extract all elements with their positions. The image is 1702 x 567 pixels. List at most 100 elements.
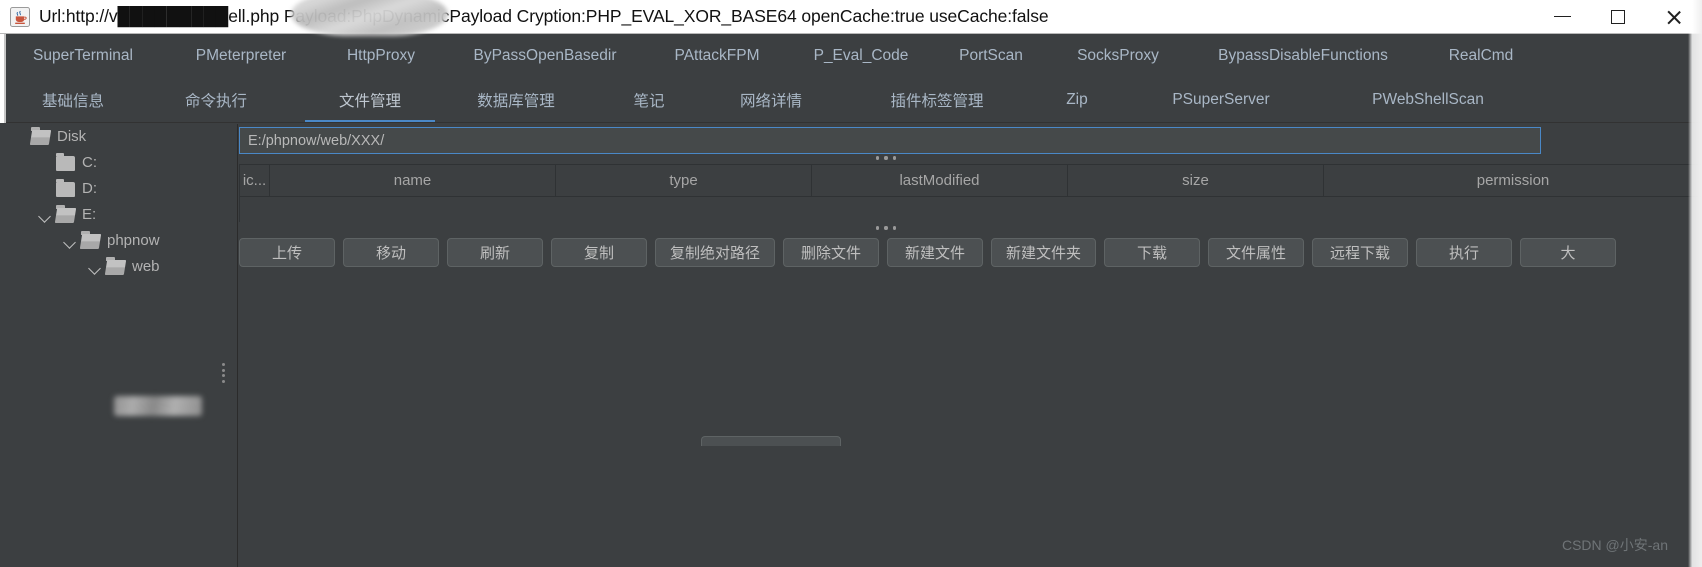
column-header-label: type xyxy=(669,172,698,189)
plugin-tab-realcmd[interactable]: RealCmd xyxy=(1449,34,1514,77)
window-titlebar: Url:http://v█████████ell.php Payload:Php… xyxy=(0,0,1702,36)
plugin-tab-label: BypassDisableFunctions xyxy=(1218,46,1388,64)
tree-item-redacted[interactable] xyxy=(6,280,237,306)
window-title: Url:http://v█████████ell.php Payload:Php… xyxy=(39,0,1049,36)
column-header-size[interactable]: size xyxy=(1068,165,1324,196)
toolbar-button-1[interactable]: 上传 xyxy=(239,237,335,267)
function-tab-5[interactable]: 笔记 xyxy=(614,77,684,123)
plugin-tab-label: PortScan xyxy=(959,46,1023,64)
plugin-tab-label: P_Eval_Code xyxy=(813,46,909,64)
column-header-lastmodified[interactable]: lastModified xyxy=(812,165,1068,196)
column-header-permission[interactable]: permission xyxy=(1324,165,1702,196)
plugin-tab-bypassdisablefunctions[interactable]: BypassDisableFunctions xyxy=(1218,34,1388,77)
column-header-label: ic... xyxy=(242,172,267,189)
function-tab-8[interactable]: Zip xyxy=(1048,77,1106,123)
function-tab-label: 笔记 xyxy=(633,93,665,110)
file-tree: Disk C: D: E: phpnow web xyxy=(6,124,237,306)
toolbar-button-6[interactable]: 删除文件 xyxy=(783,237,880,267)
tree-item-label: phpnow xyxy=(107,232,160,249)
tree-item-label: D: xyxy=(82,180,97,197)
column-header-label: name xyxy=(393,172,432,189)
toolbar-button-3[interactable]: 刷新 xyxy=(447,237,543,267)
tree-item-label: web xyxy=(132,258,160,275)
splitter-handle[interactable] xyxy=(220,363,227,383)
toolbar-button-label: 新建文件夹 xyxy=(1006,244,1082,262)
toolbar-button-5[interactable]: 复制绝对路径 xyxy=(655,237,776,267)
file-table: ic... name type lastModified size permission xyxy=(239,164,1702,222)
column-header-label: lastModified xyxy=(899,172,980,189)
function-tab-label: 网络详情 xyxy=(739,93,802,110)
toolbar-button-11[interactable]: 远程下载 xyxy=(1312,237,1409,267)
function-tab-label: 数据库管理 xyxy=(477,93,555,110)
tree-item-e[interactable]: E: xyxy=(6,202,237,228)
function-tab-label: PSuperServer xyxy=(1172,91,1270,108)
maximize-button[interactable] xyxy=(1590,0,1646,33)
plugin-tab-label: SocksProxy xyxy=(1077,46,1159,64)
toolbar-button-7[interactable]: 新建文件 xyxy=(887,237,984,267)
toolbar-button-label: 远程下载 xyxy=(1330,244,1391,262)
minimize-icon xyxy=(1553,16,1571,17)
toolbar-button-12[interactable]: 执行 xyxy=(1416,237,1513,267)
tree-item-phpnow[interactable]: phpnow xyxy=(6,228,237,254)
plugin-tab-bypassopenbasedir[interactable]: ByPassOpenBasedir xyxy=(473,34,616,77)
chevron-down-icon[interactable] xyxy=(37,207,54,224)
function-tab-4[interactable]: 数据库管理 xyxy=(456,77,576,123)
function-tab-6[interactable]: 网络详情 xyxy=(723,77,819,123)
function-tab-9[interactable]: PSuperServer xyxy=(1156,77,1286,123)
toolbar-button-2[interactable]: 移动 xyxy=(343,237,439,267)
window-frame-left-edge xyxy=(0,34,6,123)
chevron-down-icon[interactable] xyxy=(87,259,104,276)
toolbar-button-label: 移动 xyxy=(375,244,406,262)
function-tab-2[interactable]: 命令执行 xyxy=(161,77,271,123)
column-header-ic[interactable]: ic... xyxy=(240,165,270,196)
toolbar-button-label: 执行 xyxy=(1449,244,1480,262)
chevron-down-icon[interactable] xyxy=(62,233,79,250)
plugin-tab-bar: SuperTerminal PMeterpreter HttpProxy ByPass… xyxy=(0,34,1702,77)
tree-item-label: E: xyxy=(82,206,97,223)
folder-open-icon xyxy=(106,256,125,275)
plugin-tab-httpproxy[interactable]: HttpProxy xyxy=(347,34,415,77)
window-title-text: Url:http://v█████████ell.php Payload:Php… xyxy=(39,6,1049,26)
tree-item-d[interactable]: D: xyxy=(6,176,237,202)
tree-item-c[interactable]: C: xyxy=(6,150,237,176)
redacted-url-blur xyxy=(291,0,448,36)
toolbar-button-10[interactable]: 文件属性 xyxy=(1208,237,1305,267)
function-tab-10[interactable]: PWebShellScan xyxy=(1353,77,1503,123)
plugin-tab-label: RealCmd xyxy=(1448,46,1514,64)
plugin-tab-label: SuperTerminal xyxy=(33,46,133,64)
toolbar-button-label: 上传 xyxy=(271,244,302,262)
toolbar-button-13[interactable]: 大 xyxy=(1520,237,1617,267)
table-drag-dots-bottom[interactable] xyxy=(876,226,896,230)
plugin-tab-label: ByPassOpenBasedir xyxy=(473,46,617,64)
table-drag-dots-top[interactable] xyxy=(876,156,896,160)
minimize-button[interactable] xyxy=(1534,0,1590,33)
plugin-tab-pmeterpreter[interactable]: PMeterpreter xyxy=(196,34,286,77)
file-table-body[interactable] xyxy=(240,197,1702,222)
plugin-tab-pattackfpm[interactable]: PAttackFPM xyxy=(675,34,760,77)
path-input[interactable] xyxy=(239,127,1541,154)
plugin-tab-socksproxy[interactable]: SocksProxy xyxy=(1077,34,1159,77)
function-tab-label: 文件管理 xyxy=(338,93,401,110)
plugin-tab-portscan[interactable]: PortScan xyxy=(959,34,1023,77)
function-tab-1[interactable]: 基础信息 xyxy=(25,77,121,123)
toolbar-button-8[interactable]: 新建文件夹 xyxy=(991,237,1097,267)
column-header-type[interactable]: type xyxy=(556,165,812,196)
plugin-tab-superterminal[interactable]: SuperTerminal xyxy=(33,34,133,77)
tree-item-web[interactable]: web xyxy=(6,254,237,280)
bottom-partial-button[interactable] xyxy=(701,436,841,446)
toolbar-button-label: 刷新 xyxy=(479,244,510,262)
folder-open-icon xyxy=(56,204,75,223)
function-tab-label: PWebShellScan xyxy=(1372,91,1484,108)
main-content-area: Disk C: D: E: phpnow web ic... name type lastMod… xyxy=(0,124,1702,567)
column-header-name[interactable]: name xyxy=(270,165,556,196)
tree-item-disk[interactable]: Disk xyxy=(6,124,237,150)
function-tab-7[interactable]: 插件标签管理 xyxy=(872,77,1002,123)
toolbar-button-9[interactable]: 下载 xyxy=(1104,237,1201,267)
function-tab-3[interactable]: 文件管理 xyxy=(305,77,435,123)
plugin-tab-p-eval-code[interactable]: P_Eval_Code xyxy=(814,34,909,77)
toolbar-button-4[interactable]: 复制 xyxy=(551,237,647,267)
close-button[interactable] xyxy=(1646,0,1702,33)
